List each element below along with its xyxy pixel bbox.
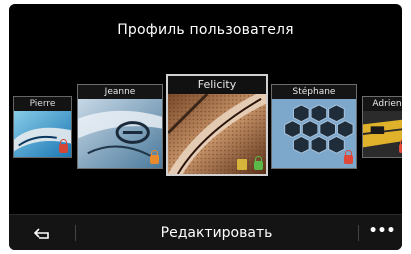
lock-icon bbox=[254, 156, 263, 170]
profile-image bbox=[168, 92, 266, 174]
key-card-icon bbox=[237, 159, 247, 170]
profile-image bbox=[363, 111, 402, 157]
back-button[interactable] bbox=[29, 223, 55, 243]
profile-card-felicity[interactable]: Felicity bbox=[166, 74, 268, 176]
profile-card-jeanne[interactable]: Jeanne bbox=[77, 84, 163, 169]
profile-name: Stéphane bbox=[272, 85, 356, 99]
more-options-button[interactable]: ••• bbox=[366, 223, 398, 243]
profile-name: Adrien bbox=[363, 97, 402, 111]
page-title: Профиль пользователя bbox=[117, 22, 294, 38]
profile-carousel[interactable]: Pierre Jeanne Felicity Stéphane Adrien bbox=[9, 74, 402, 184]
profile-name: Felicity bbox=[168, 76, 266, 94]
profile-card-adrien[interactable]: Adrien bbox=[362, 96, 402, 158]
profile-card-stephane[interactable]: Stéphane bbox=[271, 84, 357, 169]
screen: Профиль пользователя Pierre Jeanne Felic… bbox=[9, 4, 402, 250]
bottom-bar: Редактировать ••• bbox=[9, 214, 402, 250]
profile-card-pierre[interactable]: Pierre bbox=[13, 96, 72, 158]
lock-icon bbox=[399, 139, 402, 153]
edit-button[interactable]: Редактировать bbox=[79, 215, 354, 250]
lock-icon bbox=[344, 150, 353, 164]
divider bbox=[358, 225, 359, 241]
lock-icon bbox=[59, 139, 68, 153]
divider bbox=[75, 225, 76, 241]
profile-name: Pierre bbox=[14, 97, 71, 111]
back-arrow-icon bbox=[33, 228, 49, 239]
profile-name: Jeanne bbox=[78, 85, 162, 99]
lock-icon bbox=[150, 150, 159, 164]
